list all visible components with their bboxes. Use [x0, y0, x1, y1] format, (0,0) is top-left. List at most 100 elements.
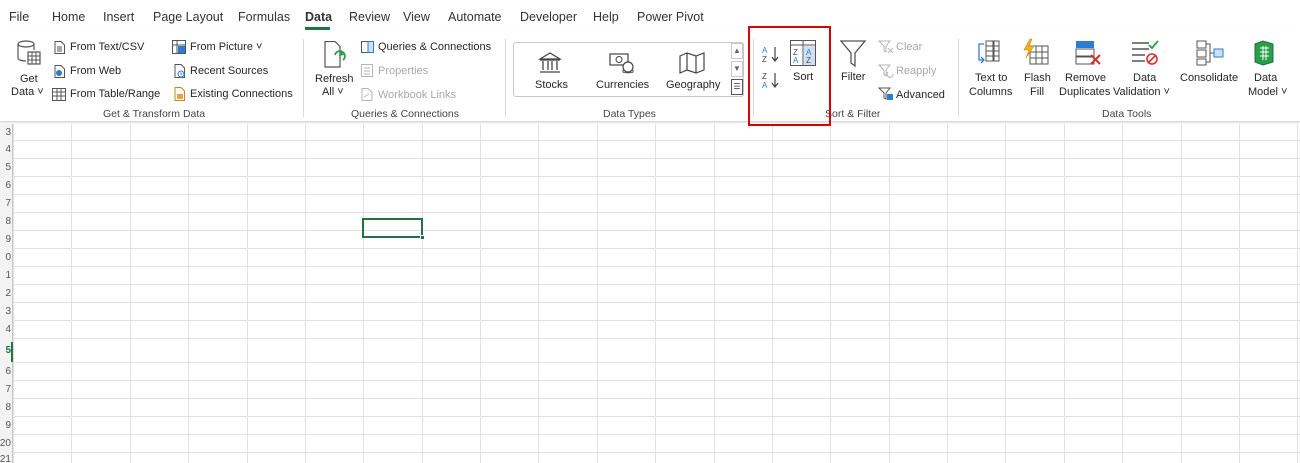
row-header[interactable]: 9	[0, 234, 11, 245]
stocks-icon[interactable]	[538, 52, 562, 74]
flash-fill-icon[interactable]	[1021, 38, 1049, 66]
row-header[interactable]: 8	[0, 402, 11, 413]
tab-formulas[interactable]: Formulas	[238, 10, 290, 24]
fill-handle[interactable]	[420, 235, 425, 240]
refresh-all-dropdown[interactable]: All ˅	[322, 86, 344, 99]
reapply-button[interactable]: Reapply	[896, 65, 936, 78]
stocks-button[interactable]: Stocks	[535, 79, 568, 92]
advanced-button[interactable]: Advanced	[896, 89, 945, 102]
table-icon	[52, 88, 66, 101]
worksheet-grid[interactable]: 3 4 5 6 7 8 9 0 1 2 3 4 5 6 7 8 9 20 21	[0, 124, 1300, 463]
clear-button[interactable]: Clear	[896, 41, 922, 54]
tab-page-layout[interactable]: Page Layout	[153, 10, 223, 24]
workbook-links-button[interactable]: Workbook Links	[378, 89, 456, 102]
flash-fill-label[interactable]: Flash	[1024, 72, 1051, 85]
remove-duplicates-icon[interactable]	[1075, 40, 1101, 66]
text-to-columns-icon[interactable]	[976, 40, 1000, 66]
row-header[interactable]: 6	[0, 180, 11, 191]
flash-fill-label-2[interactable]: Fill	[1030, 86, 1044, 99]
tab-developer[interactable]: Developer	[520, 10, 577, 24]
tab-power-pivot[interactable]: Power Pivot	[637, 10, 704, 24]
active-tab-indicator	[305, 27, 330, 30]
active-cell[interactable]	[362, 218, 423, 238]
gallery-expand-button[interactable]: ☰	[731, 79, 743, 95]
row-header[interactable]: 8	[0, 216, 11, 227]
get-data-icon[interactable]	[16, 39, 42, 67]
row-header[interactable]: 3	[0, 306, 11, 317]
group-separator	[958, 39, 959, 117]
text-file-icon	[54, 41, 65, 54]
group-separator	[505, 39, 506, 117]
consolidate-icon[interactable]	[1196, 40, 1224, 66]
row-header[interactable]: 20	[0, 438, 11, 449]
row-header[interactable]: 5	[0, 162, 11, 173]
advanced-filter-icon	[878, 87, 893, 100]
tab-view[interactable]: View	[403, 10, 430, 24]
remove-duplicates-label[interactable]: Remove	[1065, 72, 1106, 85]
row-header[interactable]: 3	[0, 127, 11, 138]
refresh-all-icon[interactable]	[323, 41, 347, 69]
geography-button[interactable]: Geography	[666, 79, 720, 92]
from-picture-button[interactable]: From Picture ˅	[190, 41, 262, 54]
row-header[interactable]: 7	[0, 384, 11, 395]
group-data-types-label: Data Types	[603, 108, 656, 120]
data-model-dropdown[interactable]: Model ˅	[1248, 86, 1287, 99]
recent-sources-button[interactable]: Recent Sources	[190, 65, 268, 78]
row-header[interactable]: 1	[0, 270, 11, 281]
tab-review[interactable]: Review	[349, 10, 390, 24]
queries-connections-button[interactable]: Queries & Connections	[378, 41, 491, 54]
selected-row-indicator	[11, 342, 13, 362]
tab-home[interactable]: Home	[52, 10, 85, 24]
geography-map-icon[interactable]	[679, 52, 705, 74]
data-validation-label[interactable]: Data	[1133, 72, 1156, 85]
row-header[interactable]: 4	[0, 144, 11, 155]
gallery-scroll-down[interactable]: ▼	[731, 61, 743, 77]
row-header[interactable]: 4	[0, 324, 11, 335]
text-to-columns-label-2[interactable]: Columns	[969, 86, 1012, 99]
existing-connections-button[interactable]: Existing Connections	[190, 88, 293, 101]
refresh-all-label[interactable]: Refresh	[315, 73, 354, 86]
group-queries-label: Queries & Connections	[351, 108, 459, 120]
tab-automate[interactable]: Automate	[448, 10, 502, 24]
consolidate-button[interactable]: Consolidate	[1180, 72, 1238, 85]
reapply-icon	[878, 64, 894, 78]
workbook-links-icon	[361, 88, 373, 101]
remove-duplicates-label-2[interactable]: Duplicates	[1059, 86, 1110, 99]
from-web-button[interactable]: From Web	[70, 65, 121, 78]
from-text-csv-button[interactable]: From Text/CSV	[70, 41, 144, 54]
properties-icon	[361, 64, 373, 77]
recent-sources-icon	[174, 64, 185, 78]
get-data-label[interactable]: Get	[20, 73, 38, 86]
filter-button[interactable]: Filter	[841, 71, 865, 84]
data-validation-icon[interactable]	[1131, 40, 1159, 66]
group-get-transform-label: Get & Transform Data	[103, 108, 206, 120]
tab-help[interactable]: Help	[593, 10, 619, 24]
group-separator	[303, 39, 304, 117]
row-header-selected[interactable]: 5	[0, 345, 11, 356]
text-to-columns-label[interactable]: Text to	[975, 72, 1007, 85]
gallery-scroll-up[interactable]: ▲	[731, 43, 743, 59]
row-header[interactable]: 7	[0, 198, 11, 209]
currencies-button[interactable]: Currencies	[596, 79, 649, 92]
data-validation-dropdown[interactable]: Validation ˅	[1113, 86, 1170, 99]
row-header[interactable]: 21	[0, 454, 11, 463]
data-model-label[interactable]: Data	[1254, 72, 1277, 85]
filter-funnel-icon[interactable]	[840, 40, 866, 68]
row-header[interactable]: 0	[0, 252, 11, 263]
existing-connections-icon	[174, 87, 185, 101]
properties-button[interactable]: Properties	[378, 65, 428, 78]
row-header[interactable]: 6	[0, 366, 11, 377]
sort-highlight-box	[748, 26, 831, 126]
tab-data[interactable]: Data	[305, 10, 332, 24]
get-data-dropdown[interactable]: Data ˅	[11, 86, 44, 99]
currencies-icon[interactable]	[609, 52, 635, 74]
group-sort-filter-label: Sort & Filter	[825, 108, 881, 120]
data-model-icon[interactable]	[1251, 40, 1275, 66]
web-page-icon	[54, 65, 65, 78]
row-header[interactable]: 2	[0, 288, 11, 299]
tab-file[interactable]: File	[9, 10, 29, 24]
row-header[interactable]: 9	[0, 420, 11, 431]
tab-insert[interactable]: Insert	[103, 10, 134, 24]
picture-icon	[172, 40, 186, 54]
from-table-range-button[interactable]: From Table/Range	[70, 88, 160, 101]
